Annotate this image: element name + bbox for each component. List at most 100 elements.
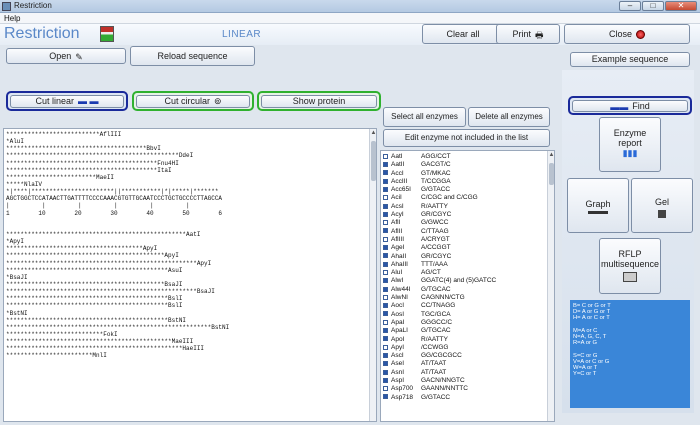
enzyme-name: AgeI bbox=[391, 244, 405, 252]
enzyme-row[interactable]: AcsI R/AATTY bbox=[381, 203, 547, 211]
select-all-enzymes-button[interactable]: Select all enzymes bbox=[383, 107, 466, 127]
enzyme-color-marker[interactable] bbox=[383, 377, 388, 383]
enzyme-report-button[interactable]: Enzyme report ▮▮▮ bbox=[599, 117, 661, 172]
example-sequence-button[interactable]: Example sequence bbox=[570, 52, 690, 67]
enzyme-list-panel[interactable]: AatI AGG/CCT AatII GACGT/C AccI GT/MKAC AccIII… bbox=[380, 150, 555, 422]
enzyme-name: AatI bbox=[391, 153, 403, 160]
enzyme-row[interactable]: AflII C/TTAAG bbox=[381, 228, 547, 236]
menu-help[interactable]: Help bbox=[4, 14, 20, 23]
checked-checkbox-icon[interactable] bbox=[383, 294, 388, 300]
minimize-button[interactable]: – bbox=[619, 1, 641, 11]
rflp-multisequence-button[interactable]: RFLP multisequence bbox=[599, 238, 661, 294]
enzyme-color-marker[interactable] bbox=[383, 170, 388, 176]
enzyme-name: AsnI bbox=[391, 368, 405, 376]
enzyme-color-marker[interactable] bbox=[383, 394, 388, 400]
enzyme-row[interactable]: AluI AG/CT bbox=[381, 269, 547, 277]
enzyme-color-marker[interactable] bbox=[383, 211, 388, 217]
enzyme-row[interactable]: AseI AT/TAAT bbox=[381, 360, 547, 368]
sequence-line: *****NlaIV bbox=[6, 180, 43, 188]
enzyme-row[interactable]: Alw44I G/TGCAC bbox=[381, 286, 547, 294]
enzyme-row[interactable]: ApaLI G/TGCAC bbox=[381, 327, 547, 335]
enzyme-color-marker[interactable] bbox=[383, 228, 388, 234]
title-bar: Restriction – □ ✕ bbox=[0, 0, 700, 13]
enzyme-color-marker[interactable] bbox=[383, 186, 388, 192]
example-label: Example sequence bbox=[591, 54, 669, 64]
enzyme-row[interactable]: AhaII GR/CGYC bbox=[381, 253, 547, 261]
enzyme-color-marker[interactable] bbox=[383, 253, 388, 259]
enzyme-color-marker[interactable] bbox=[383, 245, 388, 251]
checked-checkbox-icon[interactable] bbox=[383, 236, 388, 242]
enzyme-color-marker[interactable] bbox=[383, 328, 388, 334]
gel-button[interactable]: Gel bbox=[631, 178, 693, 233]
enzyme-scroll-thumb[interactable] bbox=[549, 163, 554, 185]
sequence-scrollbar[interactable]: ▲ bbox=[369, 129, 376, 421]
maximize-button[interactable]: □ bbox=[642, 1, 664, 11]
find-button[interactable]: ▬▬ Find bbox=[572, 100, 688, 112]
enzyme-site: CAGNNN/CTG bbox=[421, 294, 465, 302]
enzyme-row[interactable]: AlwI GGATC(4) and (5)GATCC bbox=[381, 277, 547, 285]
enzyme-row[interactable]: AscI GG/CGCGCC bbox=[381, 352, 547, 360]
close-button[interactable]: Close bbox=[564, 24, 690, 44]
checked-checkbox-icon[interactable] bbox=[383, 269, 388, 275]
enzyme-row[interactable]: AflIII A/CRYGT bbox=[381, 236, 547, 244]
enzyme-row[interactable]: Asp718 G/GTACC bbox=[381, 394, 547, 402]
enzyme-row[interactable]: Acc65I G/GTACC bbox=[381, 186, 547, 194]
cut-linear-label: Cut linear bbox=[35, 96, 74, 106]
cut-linear-button[interactable]: Cut linear ▬ ▬ bbox=[10, 95, 124, 108]
language-flag-icon[interactable] bbox=[100, 26, 114, 42]
checked-checkbox-icon[interactable] bbox=[383, 220, 388, 226]
enzyme-color-marker[interactable] bbox=[383, 203, 388, 209]
reload-sequence-button[interactable]: Reload sequence bbox=[130, 46, 255, 66]
sequence-map-panel[interactable]: **************************AflIII *AluI ***… bbox=[3, 128, 377, 422]
enzyme-row[interactable]: AciI C/CGC and C/CGG bbox=[381, 194, 547, 202]
checked-checkbox-icon[interactable] bbox=[383, 386, 388, 392]
clear-all-button[interactable]: Clear all bbox=[422, 24, 504, 44]
enzyme-color-marker[interactable] bbox=[383, 311, 388, 317]
enzyme-row[interactable]: AccIII T/CCGGA bbox=[381, 178, 547, 186]
enzyme-scrollbar[interactable]: ▲ bbox=[547, 151, 554, 421]
checked-checkbox-icon[interactable] bbox=[383, 344, 388, 350]
enzyme-row[interactable]: ApaI GGGCC/C bbox=[381, 319, 547, 327]
enzyme-row[interactable]: AsnI AT/TAAT bbox=[381, 369, 547, 377]
enzyme-color-marker[interactable] bbox=[383, 162, 388, 168]
enzyme-row[interactable]: AccI GT/MKAC bbox=[381, 170, 547, 178]
enzyme-row[interactable]: AatII GACGT/C bbox=[381, 161, 547, 169]
delete-all-enzymes-button[interactable]: Delete all enzymes bbox=[468, 107, 550, 127]
edit-enzyme-button[interactable]: Edit enzyme not included in the list bbox=[383, 129, 550, 147]
checked-checkbox-icon[interactable] bbox=[383, 195, 388, 201]
graph-button[interactable]: Graph bbox=[567, 178, 629, 233]
scroll-up-icon[interactable]: ▲ bbox=[370, 130, 376, 136]
enzyme-row[interactable]: AosI TGC/GCA bbox=[381, 311, 547, 319]
enzyme-color-marker[interactable] bbox=[383, 261, 388, 267]
enzyme-color-marker[interactable] bbox=[383, 278, 388, 284]
enzyme-row[interactable]: AspI GACN/NNGTC bbox=[381, 377, 547, 385]
enzyme-row[interactable]: AlwNI CAGNNN/CTG bbox=[381, 294, 547, 302]
enzyme-row[interactable]: ApyI/CCWGG bbox=[381, 344, 547, 352]
enzyme-row[interactable]: AcyI GR/CGYC bbox=[381, 211, 547, 219]
bar-chart-icon: ▮▮▮ bbox=[622, 148, 638, 158]
enzyme-color-marker[interactable] bbox=[383, 336, 388, 342]
show-protein-button[interactable]: Show protein bbox=[261, 95, 377, 108]
enzyme-row[interactable]: AocI CC/TNAGG bbox=[381, 302, 547, 310]
print-button[interactable]: Print 🖶 bbox=[496, 24, 560, 44]
enzyme-color-marker[interactable] bbox=[383, 178, 388, 184]
enzyme-color-marker[interactable] bbox=[383, 352, 388, 358]
enzyme-scroll-up-icon[interactable]: ▲ bbox=[548, 152, 554, 158]
cut-circular-button[interactable]: Cut circular ⊚ bbox=[136, 95, 250, 108]
enzyme-list: AatI AGG/CCT AatII GACGT/C AccI GT/MKAC AccIII… bbox=[381, 151, 547, 402]
enzyme-row[interactable]: AatI AGG/CCT bbox=[381, 153, 547, 161]
enzyme-row[interactable]: Asp700 GAANN/NNTTC bbox=[381, 385, 547, 393]
enzyme-color-marker[interactable] bbox=[383, 369, 388, 375]
enzyme-row[interactable]: ApoI R/AATTY bbox=[381, 336, 547, 344]
enzyme-color-marker[interactable] bbox=[383, 361, 388, 367]
checked-checkbox-icon[interactable] bbox=[383, 319, 388, 325]
enzyme-row[interactable]: AflI G/GWCC bbox=[381, 219, 547, 227]
sequence-scroll-thumb[interactable] bbox=[371, 141, 376, 181]
open-button[interactable]: Open ✎ bbox=[6, 48, 126, 64]
enzyme-color-marker[interactable] bbox=[383, 286, 388, 292]
enzyme-color-marker[interactable] bbox=[383, 303, 388, 309]
checked-checkbox-icon[interactable] bbox=[383, 153, 388, 159]
enzyme-row[interactable]: AhaIII TTT/AAA bbox=[381, 261, 547, 269]
enzyme-row[interactable]: AgeI A/CCGGT bbox=[381, 244, 547, 252]
window-close-button[interactable]: ✕ bbox=[665, 1, 697, 11]
